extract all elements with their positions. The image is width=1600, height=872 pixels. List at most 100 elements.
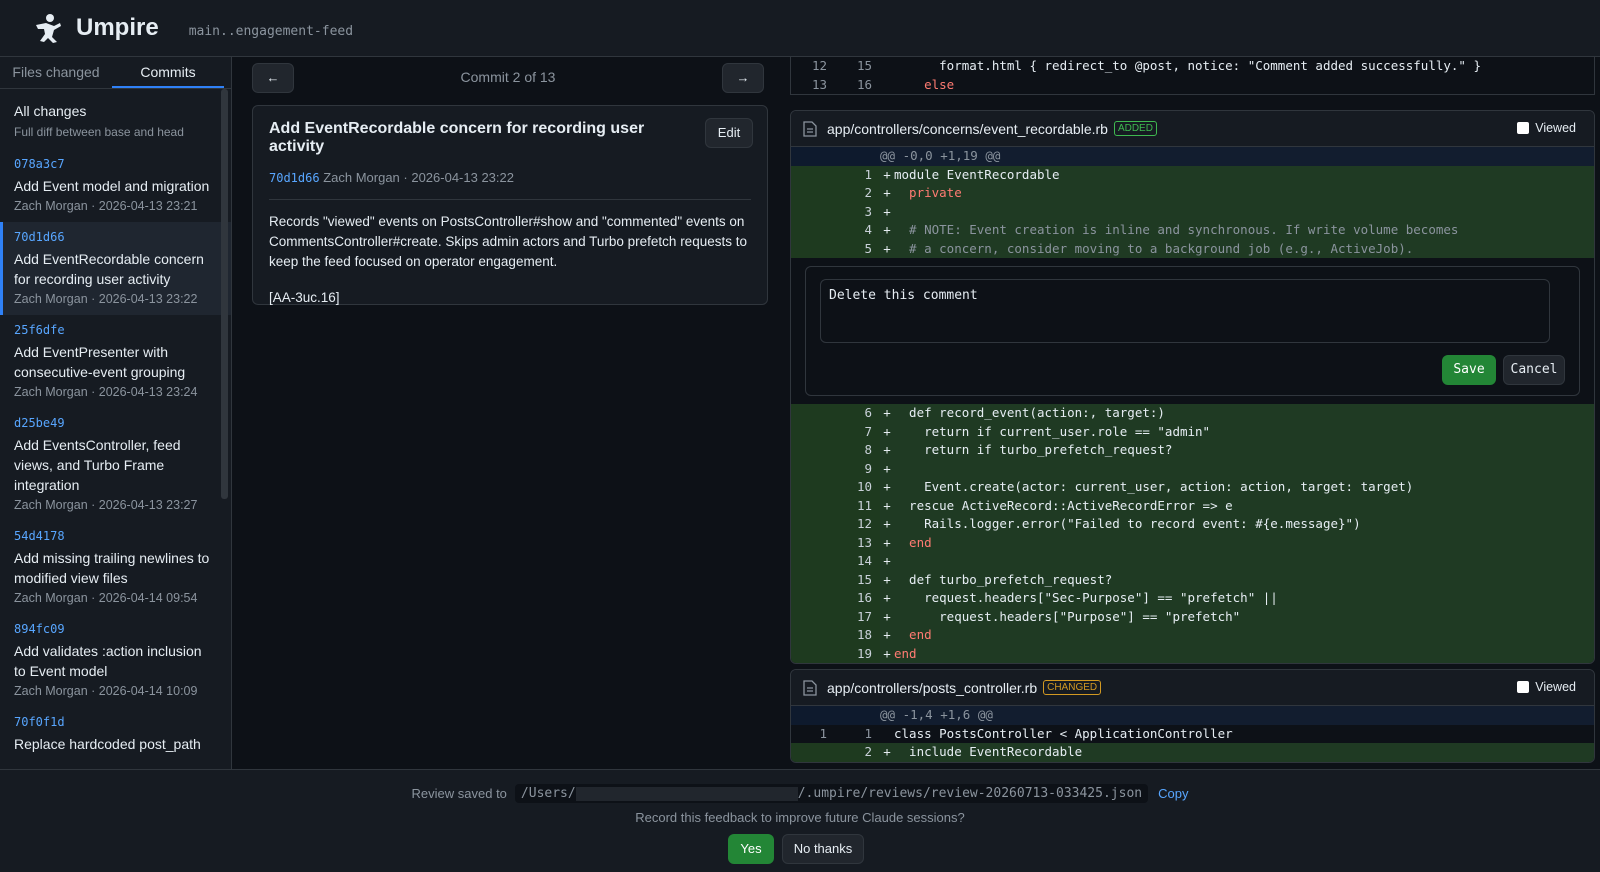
saved-prefix: Review saved to bbox=[411, 786, 507, 801]
sidebar-tabs: Files changed Commits bbox=[0, 57, 231, 89]
diff-line-added[interactable]: 19 + end bbox=[791, 644, 1594, 663]
diff-line-added[interactable]: 1 + module EventRecordable bbox=[791, 165, 1594, 184]
new-line-number: 10 bbox=[835, 478, 880, 497]
diff-line-added[interactable]: 13 + end bbox=[791, 533, 1594, 552]
commit-item[interactable]: 078a3c7 Add Event model and migration Za… bbox=[0, 149, 231, 222]
cancel-comment-button[interactable]: Cancel bbox=[1503, 355, 1565, 385]
diff-sign: + bbox=[880, 184, 894, 203]
save-comment-button[interactable]: Save bbox=[1442, 355, 1496, 385]
review-file-path[interactable]: /Users/ /.umpire/reviews/review-20260713-… bbox=[514, 784, 1149, 803]
tab-files-changed[interactable]: Files changed bbox=[0, 57, 112, 88]
new-line-number: 11 bbox=[835, 496, 880, 515]
file-path[interactable]: app/controllers/posts_controller.rb bbox=[827, 680, 1037, 696]
old-line-number bbox=[791, 496, 835, 515]
viewed-checkbox[interactable] bbox=[1517, 122, 1530, 134]
commit-title: Add EventRecordable concern for recordin… bbox=[269, 120, 645, 155]
diff-line-added[interactable]: 15 + def turbo_prefetch_request? bbox=[791, 570, 1594, 589]
commit-item[interactable]: d25be49 Add EventsController, feed views… bbox=[0, 408, 231, 521]
commit-message: Add validates :action inclusion to Event… bbox=[14, 643, 202, 679]
old-line-number bbox=[791, 184, 835, 203]
viewed-toggle[interactable]: Viewed bbox=[1517, 680, 1576, 694]
comment-textarea[interactable]: Delete this comment bbox=[820, 279, 1550, 343]
commit-detail-meta: 70d1d66 Zach Morgan · 2026-04-13 23:22 bbox=[269, 170, 751, 200]
code-text: Rails.logger.error("Failed to record eve… bbox=[894, 515, 1594, 534]
diff-line: 13 16 else bbox=[791, 75, 1594, 94]
diff-line-added[interactable]: 3 + bbox=[791, 202, 1594, 221]
commit-detail-panel: ← Commit 2 of 13 → Add EventRecordable c… bbox=[236, 57, 776, 769]
edit-commit-button[interactable]: Edit bbox=[705, 118, 753, 148]
commit-meta: Zach Morgan · 2026-04-13 23:21 bbox=[14, 199, 198, 213]
diff-sign: + bbox=[880, 533, 894, 552]
file-path[interactable]: app/controllers/concerns/event_recordabl… bbox=[827, 121, 1108, 137]
hunk-header: @@ -0,0 +1,19 @@ bbox=[791, 147, 1594, 166]
diff-line-added[interactable]: 17 + request.headers["Purpose"] == "prefe… bbox=[791, 607, 1594, 626]
commit-hash: 078a3c7 bbox=[14, 157, 65, 171]
commit-item[interactable]: 25f6dfe Add EventPresenter with consecut… bbox=[0, 315, 231, 408]
new-line-number bbox=[835, 706, 880, 725]
commit-item-selected[interactable]: 70d1d66 Add EventRecordable concern for … bbox=[0, 222, 231, 315]
file-status-badge: CHANGED bbox=[1043, 680, 1102, 695]
commit-item[interactable]: 54d4178 Add missing trailing newlines to… bbox=[0, 521, 231, 614]
viewed-label: Viewed bbox=[1535, 121, 1576, 135]
yes-button[interactable]: Yes bbox=[728, 834, 774, 864]
code-text: def turbo_prefetch_request? bbox=[894, 570, 1594, 589]
code-text: # a concern, consider moving to a backgr… bbox=[894, 239, 1594, 258]
diff-line-added[interactable]: 5 + # a concern, consider moving to a bac… bbox=[791, 239, 1594, 258]
app-header: Umpire main..engagement-feed bbox=[0, 0, 1600, 57]
diff-sign: + bbox=[880, 496, 894, 515]
diff-line-added[interactable]: 11 + rescue ActiveRecord::ActiveRecordErr… bbox=[791, 496, 1594, 515]
new-line-number: 2 bbox=[835, 184, 880, 203]
diff-sign bbox=[880, 725, 894, 744]
sidebar: Files changed Commits All changes Full d… bbox=[0, 57, 232, 769]
diff-sign: + bbox=[880, 743, 894, 762]
diff-sign: + bbox=[880, 202, 894, 221]
commit-author-date: Zach Morgan · 2026-04-13 23:22 bbox=[319, 170, 514, 185]
old-line-number bbox=[791, 607, 835, 626]
diff-line-added[interactable]: 14 + bbox=[791, 552, 1594, 571]
new-line-number: 17 bbox=[835, 607, 880, 626]
copy-path-link[interactable]: Copy bbox=[1158, 786, 1188, 801]
old-line-number bbox=[791, 589, 835, 608]
commit-item[interactable]: 70f0f1d Replace hardcoded post_path bbox=[0, 707, 231, 766]
viewed-toggle[interactable]: Viewed bbox=[1517, 121, 1576, 135]
diff-line-added[interactable]: 18 + end bbox=[791, 626, 1594, 645]
diff-line-added[interactable]: 2 + private bbox=[791, 184, 1594, 203]
commit-message: Add EventRecordable concern for recordin… bbox=[14, 251, 204, 287]
file-diff-body: @@ -1,4 +1,6 @@ 1 1 class PostsController … bbox=[791, 706, 1594, 762]
old-line-number bbox=[791, 626, 835, 645]
hunk-header: @@ -1,4 +1,6 @@ bbox=[791, 706, 1594, 725]
no-thanks-button[interactable]: No thanks bbox=[782, 834, 864, 864]
diff-line-added[interactable]: 7 + return if current_user.role == "admin… bbox=[791, 422, 1594, 441]
diff-line-added[interactable]: 10 + Event.create(actor: current_user, ac… bbox=[791, 478, 1594, 497]
commit-item[interactable]: 894fc09 Add validates :action inclusion … bbox=[0, 614, 231, 707]
new-line-number: 1 bbox=[864, 725, 872, 741]
diff-line[interactable]: 1 1 class PostsController < ApplicationCon… bbox=[791, 724, 1594, 744]
diff-line-added[interactable]: 16 + request.headers["Sec-Purpose"] == "p… bbox=[791, 589, 1594, 608]
viewed-checkbox[interactable] bbox=[1517, 681, 1530, 693]
old-line-number bbox=[791, 533, 835, 552]
new-line-number: 18 bbox=[835, 626, 880, 645]
sidebar-scrollbar[interactable] bbox=[221, 89, 228, 499]
commit-hash: 25f6dfe bbox=[14, 323, 65, 337]
diff-line-added[interactable]: 2 + include EventRecordable bbox=[791, 743, 1594, 762]
code-text bbox=[894, 552, 1594, 571]
diff-sign: + bbox=[880, 515, 894, 534]
commit-message: Add EventPresenter with consecutive-even… bbox=[14, 344, 186, 380]
diff-line-added[interactable]: 9 + bbox=[791, 459, 1594, 478]
code-text: module EventRecordable bbox=[894, 165, 1594, 184]
tab-commits[interactable]: Commits bbox=[112, 57, 224, 88]
diff-line-added[interactable]: 4 + # NOTE: Event creation is inline and … bbox=[791, 221, 1594, 240]
code-text: rescue ActiveRecord::ActiveRecordError =… bbox=[894, 496, 1594, 515]
commit-message: Replace hardcoded post_path bbox=[14, 736, 201, 752]
all-changes-title: All changes bbox=[14, 103, 87, 119]
diff-line-added[interactable]: 12 + Rails.logger.error("Failed to record… bbox=[791, 515, 1594, 534]
commit-detail-hash[interactable]: 70d1d66 bbox=[269, 171, 320, 185]
all-changes-item[interactable]: All changes Full diff between base and h… bbox=[0, 95, 231, 149]
commit-card: Add EventRecordable concern for recordin… bbox=[252, 105, 768, 305]
path-start: /Users/ bbox=[520, 786, 576, 801]
diff-line-added[interactable]: 8 + return if turbo_prefetch_request? bbox=[791, 441, 1594, 460]
new-line-number: 4 bbox=[835, 221, 880, 240]
next-commit-button[interactable]: → bbox=[722, 63, 764, 93]
code-text: def record_event(action:, target:) bbox=[894, 404, 1594, 423]
diff-line-added[interactable]: 6 + def record_event(action:, target:) bbox=[791, 404, 1594, 423]
